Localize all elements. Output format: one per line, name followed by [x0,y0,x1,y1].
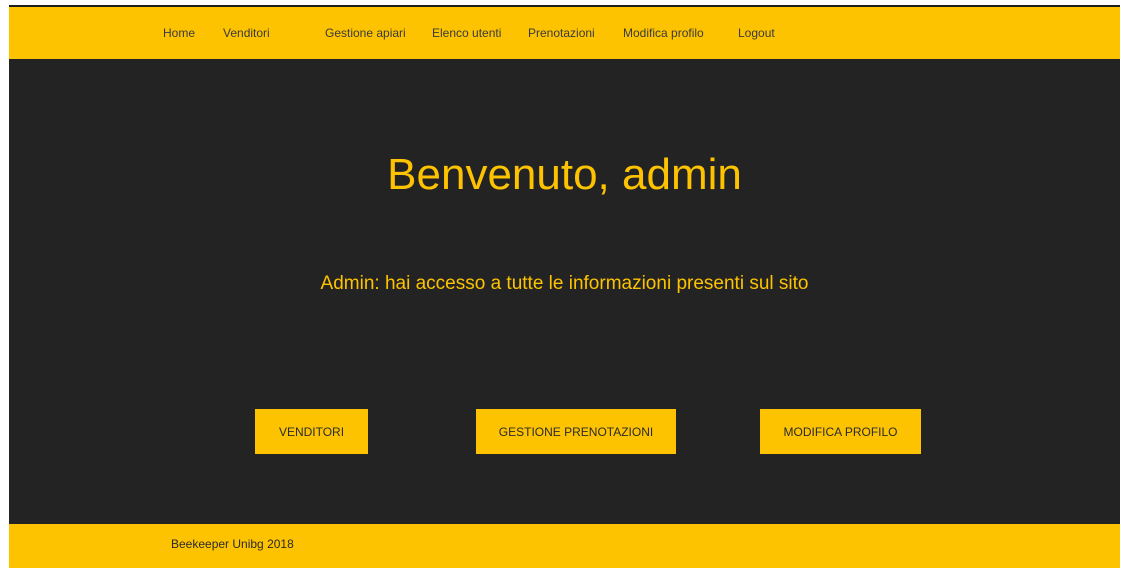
edit-profile-button[interactable]: MODIFICA PROFILO [760,409,921,454]
page-frame: Home Venditori Gestione apiari Elenco ut… [9,5,1120,568]
nav-users-link[interactable]: Elenco utenti [432,26,501,40]
nav-edit-profile-link[interactable]: Modifica profilo [623,26,704,40]
nav-apiaries-link[interactable]: Gestione apiari [325,26,406,40]
welcome-title: Benvenuto, admin [387,150,742,199]
vendors-button[interactable]: VENDITORI [255,409,368,454]
welcome-subtitle: Admin: hai accesso a tutte le informazio… [320,273,809,294]
footer-copyright: Beekeeper Unibg 2018 [171,537,294,551]
nav-bookings-link[interactable]: Prenotazioni [528,26,595,40]
nav-vendors-link[interactable]: Venditori [223,26,270,40]
top-navbar: Home Venditori Gestione apiari Elenco ut… [9,5,1120,59]
nav-home-link[interactable]: Home [163,26,195,40]
nav-logout-link[interactable]: Logout [738,26,775,40]
page-footer: Beekeeper Unibg 2018 [9,524,1120,568]
manage-bookings-button[interactable]: GESTIONE PRENOTAZIONI [476,409,676,454]
